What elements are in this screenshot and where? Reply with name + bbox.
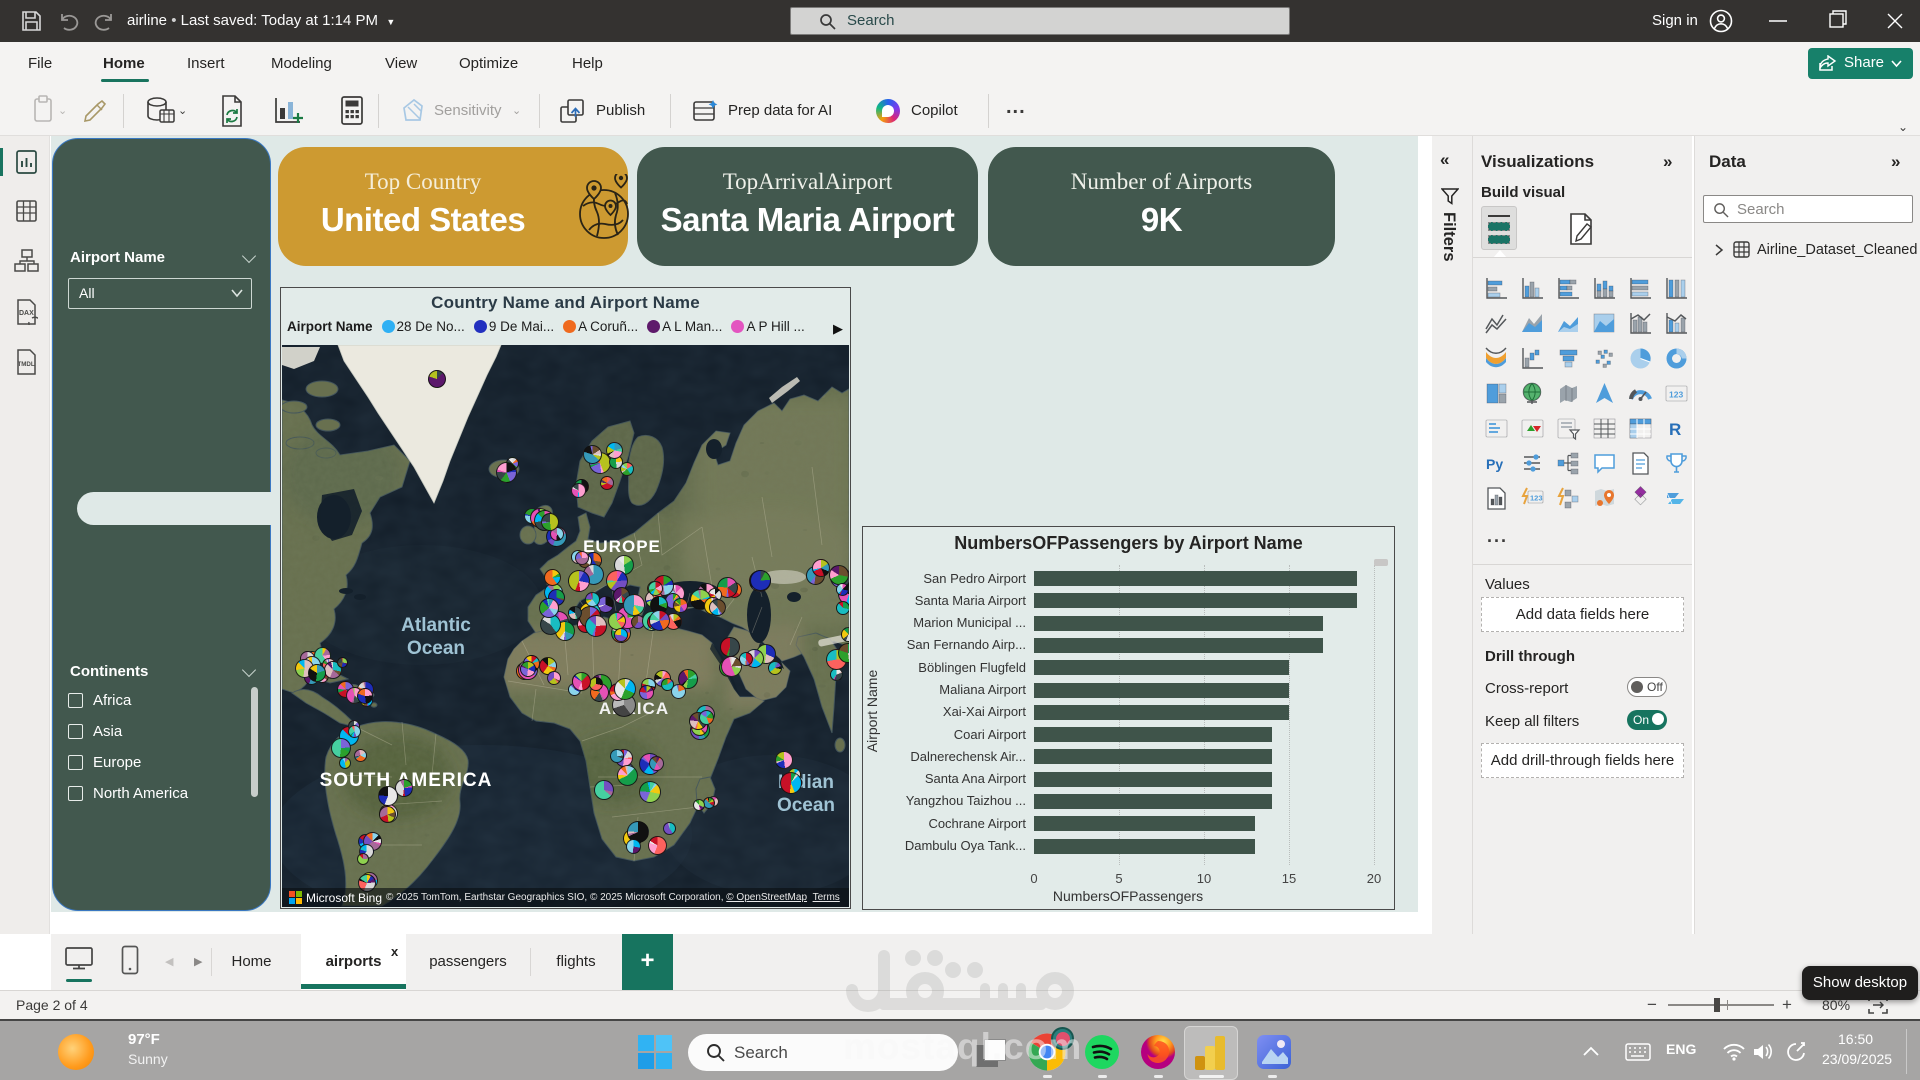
svg-text:123: 123	[1669, 390, 1683, 400]
svg-text:TMDL: TMDL	[18, 361, 35, 368]
svg-text:Py: Py	[1486, 456, 1503, 472]
svg-text:Atlantic: Atlantic	[401, 615, 471, 636]
svg-text:123: 123	[1530, 494, 1543, 503]
svg-text:R: R	[1669, 420, 1681, 439]
svg-text:DAX: DAX	[19, 310, 34, 317]
svg-text:Ocean: Ocean	[407, 638, 465, 659]
svg-text:Ocean: Ocean	[777, 795, 835, 816]
